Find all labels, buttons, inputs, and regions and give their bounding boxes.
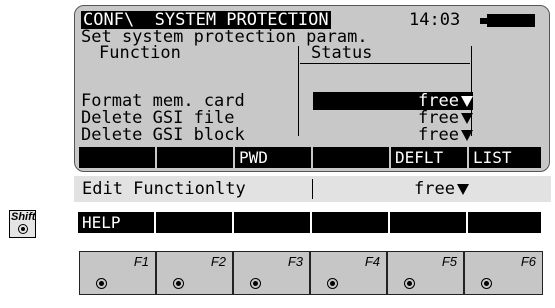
f6-key[interactable]: F6 — [464, 251, 543, 295]
f2-key[interactable]: F2 — [156, 251, 233, 295]
f1-label: F1 — [133, 254, 149, 269]
f4-key[interactable]: F4 — [310, 251, 387, 295]
softkey-1[interactable] — [79, 147, 157, 168]
column-divider — [298, 46, 299, 136]
edit-function-label: Edit Functionlty — [82, 179, 246, 199]
f3-label: F3 — [287, 254, 303, 269]
f4-label: F4 — [364, 254, 380, 269]
softkey-deflt[interactable]: DEFLT — [391, 147, 469, 168]
softkey-bar: PWD DEFLT LIST — [79, 147, 541, 168]
shift-softkey-2[interactable] — [156, 212, 234, 233]
softkey-pwd[interactable]: PWD — [235, 147, 313, 168]
f3-key[interactable]: F3 — [233, 251, 310, 295]
softkey-4[interactable] — [313, 147, 391, 168]
dropdown-arrow-icon — [461, 113, 473, 124]
battery-terminal — [480, 18, 487, 24]
shift-softkey-4[interactable] — [312, 212, 390, 233]
shift-softkey-5[interactable] — [390, 212, 468, 233]
shift-key[interactable]: Shift — [9, 210, 36, 238]
softkey-2[interactable] — [157, 147, 235, 168]
function-keys: F1 F2 F3 F4 F5 F6 — [79, 251, 543, 295]
shift-softkey-bar: HELP — [78, 212, 541, 233]
column-header-function: Function — [99, 43, 181, 63]
shift-softkey-6[interactable] — [468, 212, 541, 233]
dropdown-arrow-icon — [461, 130, 473, 141]
softkey-help[interactable]: HELP — [78, 212, 156, 233]
edit-function-status[interactable]: free — [314, 180, 469, 198]
f1-key[interactable]: F1 — [79, 251, 156, 295]
shift-indicator-icon — [18, 224, 28, 234]
f5-key[interactable]: F5 — [387, 251, 464, 295]
key-led-icon — [96, 278, 107, 289]
f2-label: F2 — [210, 254, 226, 269]
dropdown-arrow-icon — [461, 96, 473, 107]
row-delete-block-label: Delete GSI block — [81, 125, 245, 145]
shift-label: Shift — [11, 211, 36, 223]
shift-softkey-3[interactable] — [234, 212, 312, 233]
softkey-list[interactable]: LIST — [469, 147, 541, 168]
key-led-icon — [173, 278, 184, 289]
key-led-icon — [404, 278, 415, 289]
column-header-status: Status — [311, 43, 373, 63]
dropdown-arrow-icon — [457, 184, 469, 195]
row-delete-block-status[interactable]: free — [313, 126, 473, 144]
f6-label: F6 — [520, 254, 536, 269]
clock: 14:03 — [409, 10, 461, 30]
status-underline — [300, 63, 470, 64]
edit-divider — [312, 179, 313, 199]
edit-row: Edit Functionlty free — [74, 176, 551, 202]
f5-label: F5 — [441, 254, 457, 269]
key-led-icon — [481, 278, 492, 289]
key-led-icon — [327, 278, 338, 289]
key-led-icon — [250, 278, 261, 289]
display-screen: CONF\ SYSTEM PROTECTION 14:03 Set system… — [74, 5, 550, 172]
battery-icon — [487, 14, 535, 27]
